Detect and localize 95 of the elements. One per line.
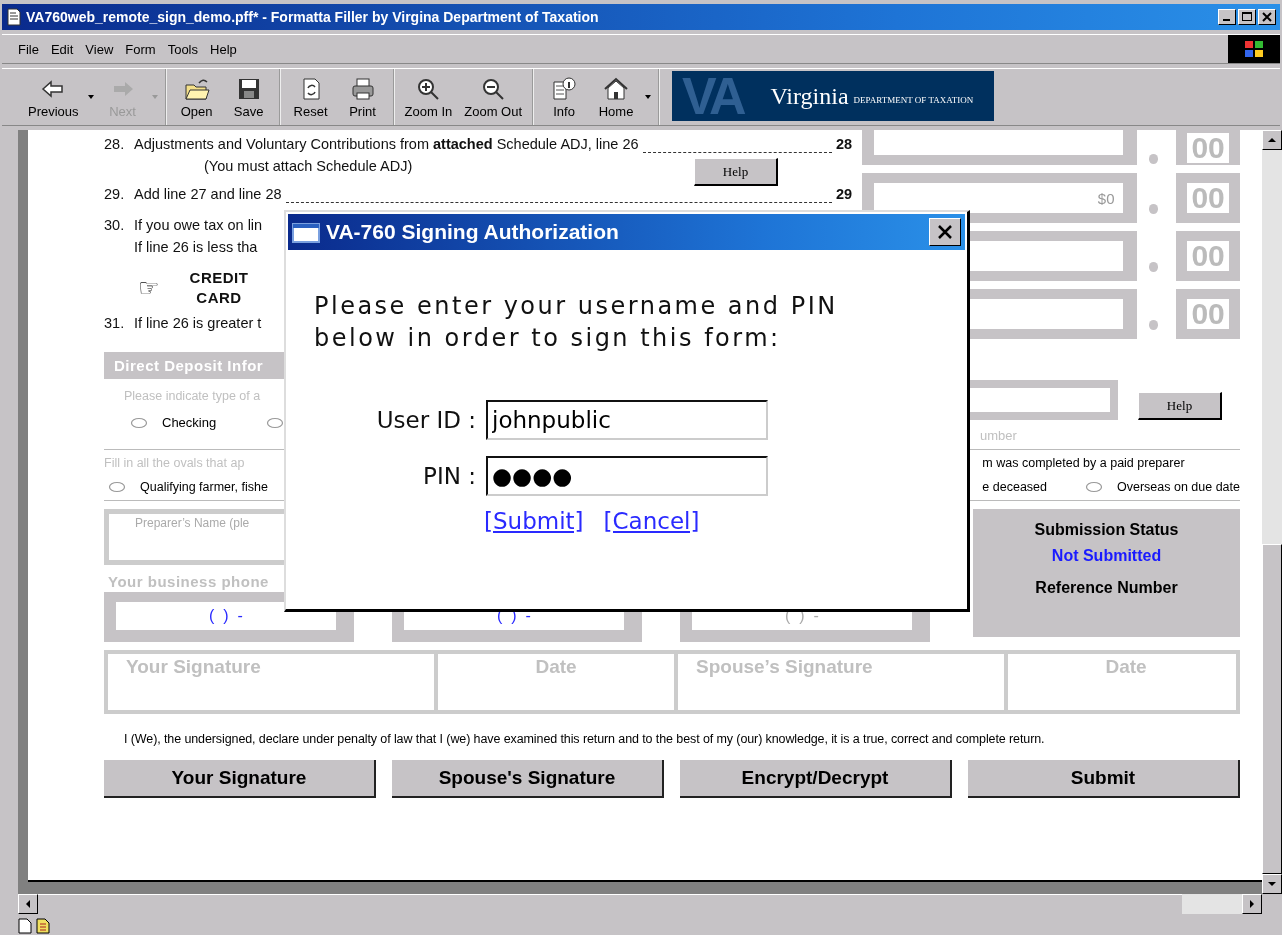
- close-icon: [937, 224, 953, 240]
- oval-option[interactable]: [266, 416, 285, 429]
- field-label: User ID :: [375, 407, 476, 433]
- form-button[interactable]: Encrypt/Decrypt: [680, 760, 952, 798]
- form-button[interactable]: Submit: [968, 760, 1240, 798]
- toolbar-button[interactable]: Save: [222, 75, 275, 119]
- decimal-point: [1148, 320, 1159, 330]
- line-text: Adjustments and Voluntary Contributions from attached Schedule ADJ, line 26: [134, 136, 639, 152]
- decimal-point: [1148, 153, 1159, 164]
- maximize-button[interactable]: [1238, 9, 1256, 25]
- line-number: 31.: [104, 315, 126, 331]
- oval-option[interactable]: [108, 481, 126, 493]
- menu-item[interactable]: View: [79, 39, 120, 59]
- line-text: If line 26 is less tha: [133, 239, 259, 257]
- field-label: PIN :: [422, 463, 476, 489]
- menu-item[interactable]: Tools: [161, 39, 204, 59]
- amount-value: $0: [1097, 189, 1115, 207]
- field-caption: Your business phone: [108, 573, 270, 590]
- menu-item[interactable]: Help: [204, 39, 243, 59]
- line-number: 30.: [104, 217, 126, 233]
- line-reference: 29: [836, 186, 854, 202]
- info-document-icon: [551, 75, 578, 102]
- scroll-up-icon: [1267, 137, 1277, 143]
- toolbar-button[interactable]: Info: [538, 75, 591, 119]
- instruction-text: Please indicate type of a: [124, 389, 262, 403]
- credit-card-label: CREDIT CARD: [188, 268, 250, 308]
- oval-option[interactable]: [1085, 481, 1103, 493]
- page-icon[interactable]: [18, 918, 32, 934]
- document-icon: [6, 8, 22, 26]
- vertical-scrollbar[interactable]: [1262, 130, 1282, 894]
- field-caption: umber: [980, 428, 1018, 443]
- banner-title: Virginia: [770, 82, 849, 110]
- scroll-up-button[interactable]: [1262, 130, 1282, 150]
- pointing-hand-icon: ☞: [138, 274, 160, 302]
- help-button[interactable]: Help: [694, 158, 778, 186]
- reference-label: Reference Number: [1034, 579, 1179, 598]
- maximize-icon: [1239, 10, 1255, 24]
- scroll-left-button[interactable]: [18, 894, 38, 914]
- instruction-text: m was completed by a paid preparer: [982, 456, 1186, 470]
- toolbar-button[interactable]: Home: [590, 75, 643, 119]
- dialog-link[interactable]: [Submit]: [484, 508, 584, 534]
- option-label: Overseas on due date: [1117, 480, 1240, 494]
- toolbar-button[interactable]: Zoom In: [398, 75, 459, 119]
- scroll-right-icon: [1249, 899, 1255, 909]
- scroll-thumb[interactable]: [1262, 544, 1282, 874]
- input-field[interactable]: johnpublic: [486, 400, 768, 440]
- toolbar-button[interactable]: Open: [170, 75, 223, 119]
- scroll-right-button[interactable]: [1242, 894, 1262, 914]
- line-number: 29.: [104, 186, 126, 202]
- dialog-message: Please enter your username and PIN below in order to sign this form:: [314, 291, 839, 354]
- option-label: Checking: [162, 415, 217, 430]
- windows-flag-icon: [1228, 35, 1280, 63]
- option-label: Qualifying farmer, fishe: [140, 480, 268, 494]
- window-icon: [292, 221, 320, 243]
- form-button[interactable]: Spouse's Signature: [392, 760, 664, 798]
- toolbar-button[interactable]: Print: [336, 75, 389, 119]
- menu-item[interactable]: File: [12, 39, 45, 59]
- minimize-icon: [1223, 19, 1230, 21]
- instruction-text: Fill in all the ovals that ap: [104, 456, 246, 470]
- form-button[interactable]: Your Signature: [104, 760, 376, 798]
- page-icon[interactable]: [36, 918, 50, 934]
- dialog-title: VA-760 Signing Authorization: [326, 220, 620, 244]
- option-label: e deceased: [982, 480, 1047, 494]
- help-button[interactable]: Help: [1138, 392, 1222, 420]
- input-field[interactable]: ●●●●: [486, 456, 768, 496]
- line-note: (You must attach Schedule ADJ): [204, 158, 414, 174]
- scroll-down-icon: [1267, 881, 1277, 887]
- scroll-left-icon: [25, 899, 31, 909]
- line-text: If you owe tax on lin: [134, 217, 263, 233]
- declaration-text: I (We), the undersigned, declare under penalty of law that I (we) have examined this return and to the best of my (our) knowledge, it is a true, correct and complete return.: [124, 732, 1046, 746]
- oval-option[interactable]: [130, 416, 148, 429]
- amount-field[interactable]: [862, 130, 1137, 165]
- line-text: If line 26 is greater t: [134, 315, 262, 331]
- close-icon: [1259, 10, 1275, 24]
- window-title: VA760web_remote_sign_demo.pff* - Formatta Filler by Virgina Department of Taxation: [26, 9, 600, 25]
- menu-item[interactable]: Edit: [44, 39, 80, 59]
- toolbar-button[interactable]: Zoom Out: [458, 75, 529, 119]
- toolbar-button[interactable]: Previous: [22, 75, 85, 119]
- line-text: Add line 27 and line 28: [134, 186, 282, 202]
- line-number: 28.: [104, 136, 126, 152]
- status-title: Submission Status: [1033, 521, 1180, 540]
- decimal-point: [1148, 262, 1159, 272]
- close-button[interactable]: [929, 218, 961, 246]
- status-value: Not Submitted: [1050, 547, 1163, 566]
- printer-icon: [349, 75, 376, 102]
- menu-item[interactable]: Form: [119, 39, 162, 59]
- toolbar-button[interactable]: Reset: [284, 75, 337, 119]
- line-reference: 28: [836, 136, 854, 152]
- close-button[interactable]: [1258, 9, 1276, 25]
- house-icon: [603, 75, 630, 102]
- banner-subtitle: DEPARTMENT OF TAXATION: [853, 95, 974, 105]
- scroll-down-button[interactable]: [1262, 874, 1282, 894]
- decimal-point: [1148, 204, 1159, 214]
- minimize-button[interactable]: [1218, 9, 1236, 25]
- dialog-link[interactable]: [Cancel]: [603, 508, 700, 534]
